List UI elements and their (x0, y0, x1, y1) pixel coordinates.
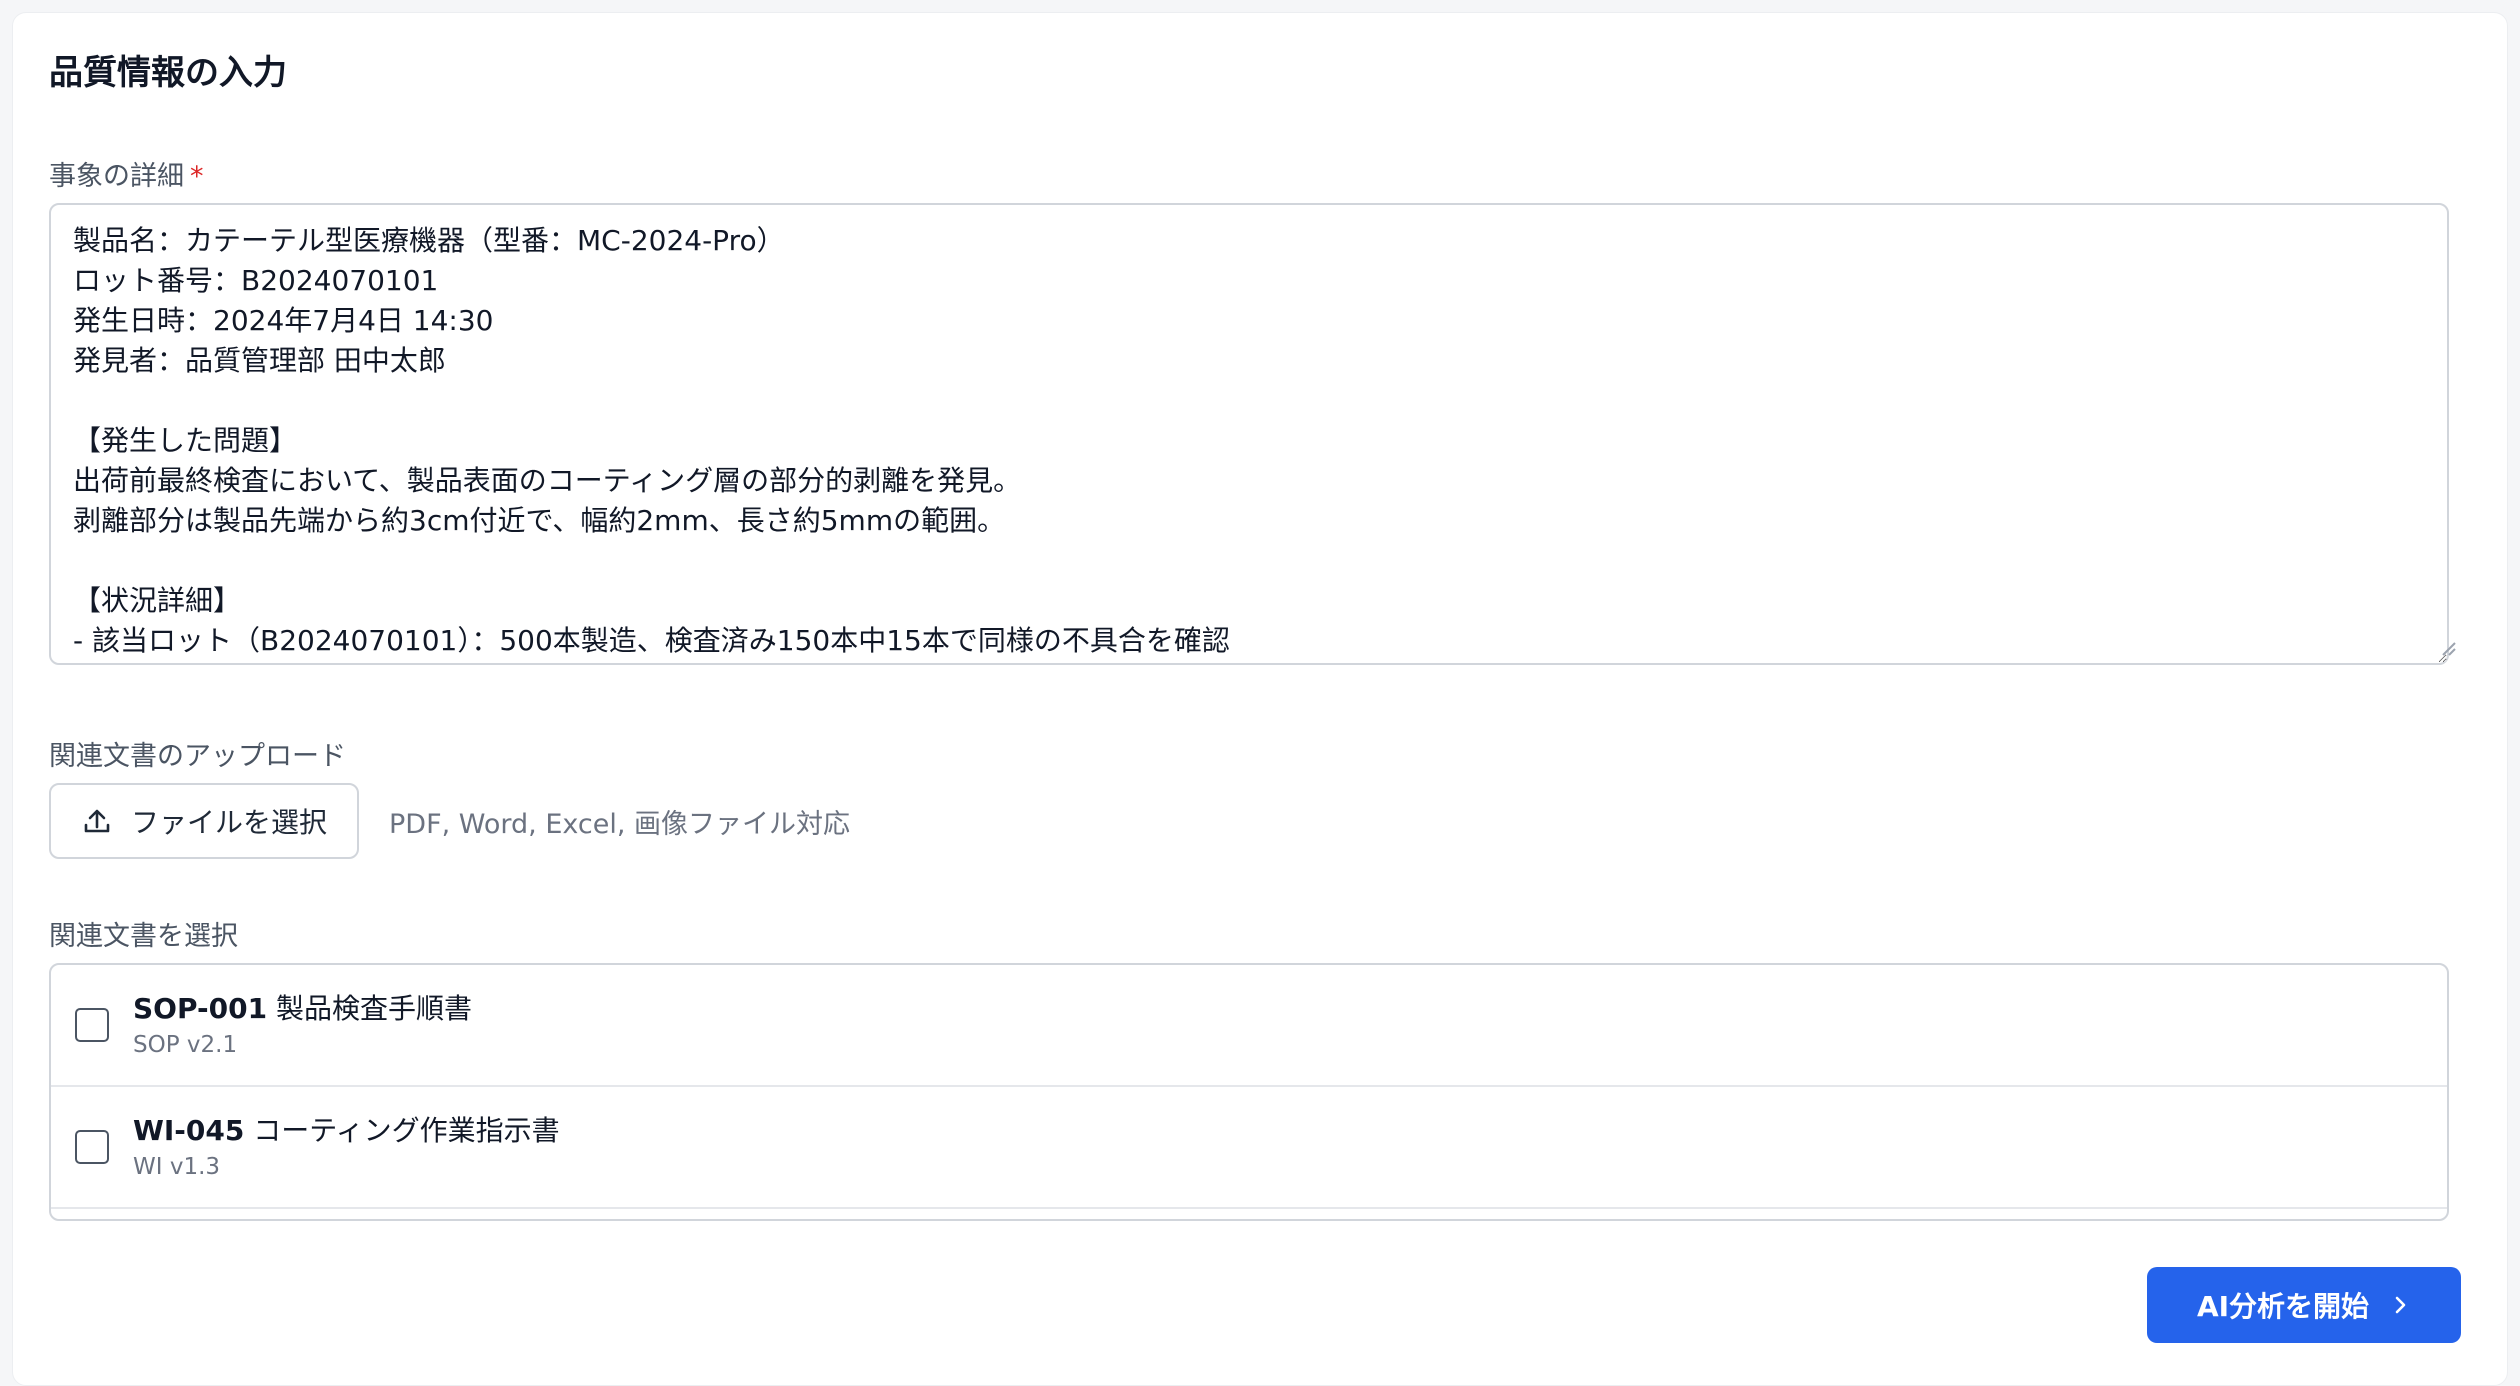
choose-file-label: ファイルを選択 (130, 806, 327, 839)
upload-row: ファイルを選択 PDF, Word, Excel, 画像ファイル対応 (49, 783, 850, 859)
upload-label: 関連文書のアップロード (49, 741, 346, 772)
document-version: WI v1.3 (133, 1154, 221, 1180)
document-title: SOP-001 製品検査手順書 (133, 989, 472, 1029)
document-version: SOP v2.1 (133, 1032, 238, 1058)
start-ai-analysis-button[interactable]: AI分析を開始 (2147, 1267, 2461, 1343)
details-textarea[interactable]: 製品名：カテーテル型医療機器（型番：MC-2024-Pro） ロット番号：B20… (49, 203, 2449, 665)
details-label: 事象の詳細 * (49, 157, 204, 197)
document-checkbox[interactable] (75, 1130, 109, 1164)
choose-file-button[interactable]: ファイルを選択 (49, 783, 359, 859)
details-label-text: 事象の詳細 (49, 161, 184, 192)
start-ai-analysis-label: AI分析を開始 (2196, 1290, 2370, 1323)
resize-grip-icon[interactable] (2439, 639, 2457, 657)
required-mark: * (190, 161, 204, 192)
document-title: WI-045 コーティング作業指示書 (133, 1111, 560, 1151)
chevron-right-icon (2395, 1296, 2406, 1314)
document-list: SOP-001 製品検査手順書 SOP v2.1 WI-045 コーティング作業… (49, 963, 2449, 1221)
document-code: SOP-001 (133, 992, 268, 1025)
list-item[interactable]: WI-045 コーティング作業指示書 WI v1.3 (51, 1087, 2447, 1209)
document-name: 製品検査手順書 (275, 992, 472, 1025)
upload-hint: PDF, Word, Excel, 画像ファイル対応 (389, 808, 851, 840)
document-name: コーティング作業指示書 (253, 1114, 560, 1147)
quality-input-card: 品質情報の入力 事象の詳細 * 製品名：カテーテル型医療機器（型番：MC-2024… (12, 12, 2508, 1386)
documents-label: 関連文書を選択 (49, 921, 238, 952)
page-title: 品質情報の入力 (49, 53, 287, 93)
document-code: WI-045 (133, 1114, 245, 1147)
document-text: WI-045 コーティング作業指示書 WI v1.3 (133, 1111, 560, 1183)
document-checkbox[interactable] (75, 1008, 109, 1042)
list-item[interactable]: SOP-001 製品検査手順書 SOP v2.1 (51, 965, 2447, 1087)
document-text: SOP-001 製品検査手順書 SOP v2.1 (133, 989, 472, 1061)
upload-icon (84, 809, 110, 833)
